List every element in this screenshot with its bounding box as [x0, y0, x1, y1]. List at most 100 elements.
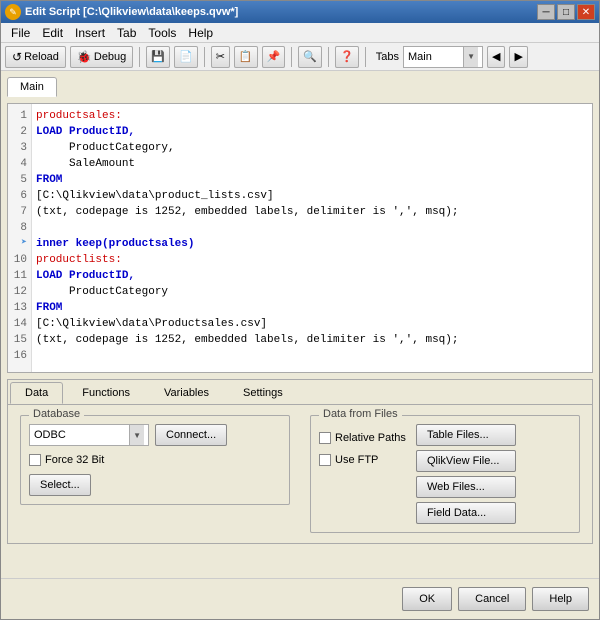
force32-checkbox[interactable] — [29, 454, 41, 466]
cut-button[interactable]: ✂ — [211, 46, 230, 68]
menu-tools[interactable]: Tools — [142, 24, 182, 42]
arrow-indicator: ➤ — [21, 236, 27, 252]
toolbar-sep-4 — [328, 47, 329, 67]
ok-button[interactable]: OK — [402, 587, 452, 611]
database-dropdown-row: ODBC ▼ Connect... — [29, 424, 281, 446]
reload-button[interactable]: ↺ Reload — [5, 46, 66, 68]
nav-prev-button[interactable]: ◀ — [487, 46, 505, 68]
search-icon: 🔍 — [303, 50, 317, 63]
window: ✎ Edit Script [C:\Qlikview\data\keeps.qv… — [0, 0, 600, 620]
close-button[interactable]: ✕ — [577, 4, 595, 20]
code-line-7: (txt, codepage is 1252, embedded labels,… — [36, 204, 588, 220]
table-files-button[interactable]: Table Files... — [416, 424, 516, 446]
code-line-8 — [36, 220, 588, 236]
line-number-5: 5 — [12, 172, 27, 188]
line-number-14: 14 — [12, 316, 27, 332]
database-dropdown-arrow: ▼ — [129, 425, 144, 445]
toolbar-sep-5 — [365, 47, 366, 67]
code-line-9: inner keep(productsales) — [36, 236, 588, 252]
cancel-button[interactable]: Cancel — [458, 587, 526, 611]
code-line-6: [C:\Qlikview\data\product_lists.csv] — [36, 188, 588, 204]
database-select[interactable]: ODBC ▼ — [29, 424, 149, 446]
menu-help[interactable]: Help — [182, 24, 219, 42]
code-line-4: SaleAmount — [36, 156, 588, 172]
code-line-1: productsales: — [36, 108, 588, 124]
line-number-4: 4 — [12, 156, 27, 172]
line-number-3: 3 — [12, 140, 27, 156]
database-select-value: ODBC — [34, 429, 129, 441]
save-as-button[interactable]: 📄 — [174, 46, 198, 68]
files-fieldset: Data from Files Relative Paths Use FTP — [310, 415, 580, 533]
menu-insert[interactable]: Insert — [69, 24, 111, 42]
title-bar: ✎ Edit Script [C:\Qlikview\data\keeps.qv… — [1, 1, 599, 23]
code-line-5: FROM — [36, 172, 588, 188]
tabs-label: Tabs — [376, 51, 399, 63]
code-line-3: ProductCategory, — [36, 140, 588, 156]
line-number-12: 12 — [12, 284, 27, 300]
relative-paths-label: Relative Paths — [335, 432, 406, 444]
editor-tab-main[interactable]: Main — [7, 77, 57, 97]
nav-next-button[interactable]: ▶ — [509, 46, 527, 68]
code-area[interactable]: productsales:LOAD ProductID, ProductCate… — [32, 104, 592, 372]
tab-data[interactable]: Data — [10, 382, 63, 404]
line-number-2: 2 — [12, 124, 27, 140]
files-content: Relative Paths Use FTP Table Files... Ql… — [319, 424, 571, 524]
relative-paths-row: Relative Paths — [319, 432, 406, 444]
relative-paths-checkbox[interactable] — [319, 432, 331, 444]
tabs-dropdown-arrow: ▼ — [463, 47, 478, 67]
footer: OK Cancel Help — [1, 578, 599, 619]
help-icon-button[interactable]: ❓ — [335, 46, 359, 68]
debug-icon: 🐞 — [77, 50, 92, 64]
use-ftp-checkbox[interactable] — [319, 454, 331, 466]
save-button[interactable]: 💾 — [146, 46, 170, 68]
web-files-button[interactable]: Web Files... — [416, 476, 516, 498]
line-number-7: 7 — [12, 204, 27, 220]
search-button[interactable]: 🔍 — [298, 46, 322, 68]
tab-functions[interactable]: Functions — [67, 382, 145, 404]
select-button[interactable]: Select... — [29, 474, 91, 496]
code-line-14: [C:\Qlikview\data\Productsales.csv] — [36, 316, 588, 332]
tab-variables[interactable]: Variables — [149, 382, 224, 404]
tab-settings[interactable]: Settings — [228, 382, 298, 404]
database-legend: Database — [29, 408, 84, 420]
use-ftp-label: Use FTP — [335, 454, 378, 466]
code-line-13: FROM — [36, 300, 588, 316]
line-number-9: ➤ — [12, 236, 27, 252]
line-number-1: 1 — [12, 108, 27, 124]
copy-button[interactable]: 📋 — [234, 46, 258, 68]
maximize-button[interactable]: □ — [557, 4, 575, 20]
toolbar-sep-3 — [291, 47, 292, 67]
files-section: Data from Files Relative Paths Use FTP — [310, 415, 580, 533]
help-button[interactable]: Help — [532, 587, 589, 611]
line-number-8: 8 — [12, 220, 27, 236]
menu-edit[interactable]: Edit — [36, 24, 69, 42]
qlikview-file-button[interactable]: QlikView File... — [416, 450, 516, 472]
code-line-2: LOAD ProductID, — [36, 124, 588, 140]
code-line-16 — [36, 348, 588, 364]
paste-button[interactable]: 📌 — [262, 46, 286, 68]
force32-label: Force 32 Bit — [45, 454, 104, 466]
line-number-15: 15 — [12, 332, 27, 348]
menu-bar: File Edit Insert Tab Tools Help — [1, 23, 599, 43]
line-number-6: 6 — [12, 188, 27, 204]
connect-button[interactable]: Connect... — [155, 424, 227, 446]
line-number-13: 13 — [12, 300, 27, 316]
main-content: Main 12345678➤10111213141516 productsale… — [1, 71, 599, 578]
files-buttons: Table Files... QlikView File... Web File… — [416, 424, 516, 524]
toolbar: ↺ Reload 🐞 Debug 💾 📄 ✂ 📋 📌 🔍 ❓ Tabs Main… — [1, 43, 599, 71]
bottom-tab-strip: Data Functions Variables Settings — [8, 380, 592, 405]
tabs-dropdown[interactable]: Main ▼ — [403, 46, 483, 68]
force32-row: Force 32 Bit — [29, 454, 281, 466]
field-data-button[interactable]: Field Data... — [416, 502, 516, 524]
debug-button[interactable]: 🐞 Debug — [70, 46, 133, 68]
toolbar-sep-2 — [204, 47, 205, 67]
script-editor[interactable]: 12345678➤10111213141516 productsales:LOA… — [7, 103, 593, 373]
files-checkboxes: Relative Paths Use FTP — [319, 424, 406, 524]
line-number-10: 10 — [12, 252, 27, 268]
menu-tab[interactable]: Tab — [111, 24, 142, 42]
use-ftp-row: Use FTP — [319, 454, 406, 466]
menu-file[interactable]: File — [5, 24, 36, 42]
minimize-button[interactable]: ─ — [537, 4, 555, 20]
bottom-content: Database ODBC ▼ Connect... Force 32 Bit — [8, 405, 592, 543]
line-number-16: 16 — [12, 348, 27, 364]
